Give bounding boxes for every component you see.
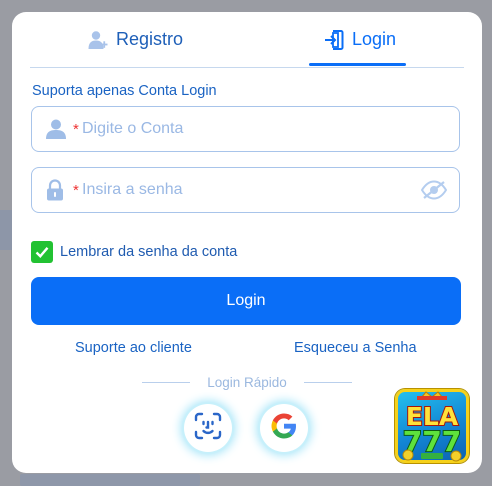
face-id-login-button[interactable] — [184, 404, 232, 452]
customer-support-link[interactable]: Suporte ao cliente — [75, 340, 192, 356]
google-icon — [269, 411, 299, 446]
login-button[interactable]: Login — [31, 277, 461, 325]
backdrop-fragment — [20, 474, 200, 486]
checkbox-checked-icon[interactable] — [31, 241, 53, 263]
tab-login[interactable]: Login — [324, 12, 396, 67]
brand-logo: ELA 777 — [395, 389, 469, 463]
tab-login-label: Login — [352, 29, 397, 49]
required-mark: * — [73, 182, 79, 199]
required-mark: * — [73, 121, 79, 138]
divider-line — [304, 382, 352, 383]
forgot-password-link[interactable]: Esqueceu a Senha — [294, 340, 417, 356]
auth-tabs: Registro Login — [30, 12, 464, 68]
eye-off-icon[interactable] — [420, 180, 448, 205]
add-user-icon — [88, 30, 108, 50]
remember-password-checkbox[interactable]: Lembrar da senha da conta — [31, 241, 237, 263]
account-input[interactable] — [82, 116, 402, 142]
user-icon — [45, 118, 67, 145]
login-door-icon — [324, 29, 344, 51]
tab-register[interactable]: Registro — [88, 12, 183, 67]
password-field: * — [31, 167, 460, 213]
active-tab-indicator — [309, 63, 406, 66]
password-input[interactable] — [82, 177, 402, 203]
tab-register-label: Registro — [116, 29, 184, 49]
backdrop-fragment — [0, 210, 12, 250]
support-note: Suporta apenas Conta Login — [32, 83, 217, 99]
face-id-icon — [194, 412, 222, 445]
google-login-button[interactable] — [260, 404, 308, 452]
lock-icon — [45, 179, 65, 206]
quick-login-label: Login Rápido — [207, 375, 287, 390]
account-field: * — [31, 106, 460, 152]
remember-label: Lembrar da senha da conta — [60, 244, 238, 260]
login-modal: Registro Login Suporta apenas Conta Logi… — [12, 12, 482, 473]
